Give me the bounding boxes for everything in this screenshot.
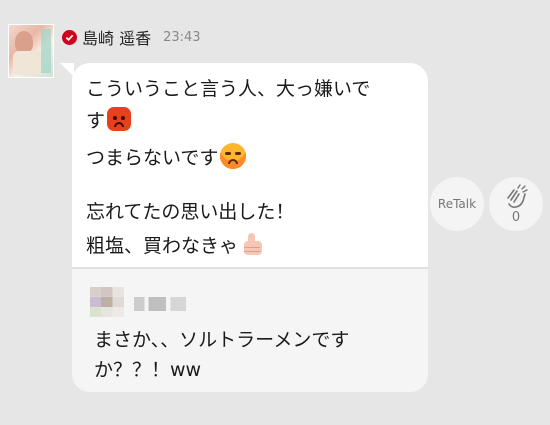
message-line-with-emoji: つまらないです bbox=[86, 143, 414, 172]
quoted-text-line: まさか、、ソルトラーメンです bbox=[94, 329, 350, 351]
message-line: こういうこと言う人、大っ嫌いで bbox=[86, 78, 371, 100]
quoted-text: まさか、、ソルトラーメンです か？？！ww bbox=[94, 325, 406, 385]
post-time: 23:43 bbox=[163, 29, 201, 45]
clap-button[interactable]: 0 bbox=[489, 177, 543, 231]
message-line: す bbox=[86, 110, 106, 132]
thumbs-up-icon bbox=[240, 231, 266, 257]
retalk-button[interactable]: ReTalk bbox=[430, 177, 484, 231]
angry-face-icon bbox=[107, 107, 132, 131]
quoted-user-avatar[interactable] bbox=[90, 287, 124, 317]
clap-count: 0 bbox=[511, 210, 521, 225]
message-line: つまらないです bbox=[86, 147, 219, 169]
quoted-text-line: か？？！ww bbox=[94, 359, 202, 381]
quoted-comment[interactable]: まさか、、ソルトラーメンです か？？！ww bbox=[72, 269, 428, 392]
verified-check-icon bbox=[62, 29, 77, 45]
message-line: 忘れてたの思い出した！ bbox=[86, 201, 295, 223]
message-line-with-emoji: 粗塩、買わなきゃ bbox=[86, 231, 414, 260]
post-header: 島崎 遥香 23:43 bbox=[62, 26, 201, 48]
message-bubble[interactable]: こういうこと言う人、大っ嫌いで す つまらないです 忘れてたの思い出した！ 粗塩… bbox=[72, 63, 428, 392]
author-avatar[interactable] bbox=[8, 24, 54, 78]
quoted-user-name-redacted bbox=[134, 297, 186, 311]
meh-face-icon bbox=[220, 143, 247, 169]
clap-icon bbox=[507, 184, 528, 208]
message-line: 粗塩、買わなきゃ bbox=[86, 235, 239, 257]
author-name[interactable]: 島崎 遥香 bbox=[82, 25, 151, 49]
message-line-with-emoji: す bbox=[86, 107, 414, 135]
retalk-label: ReTalk bbox=[437, 197, 477, 211]
